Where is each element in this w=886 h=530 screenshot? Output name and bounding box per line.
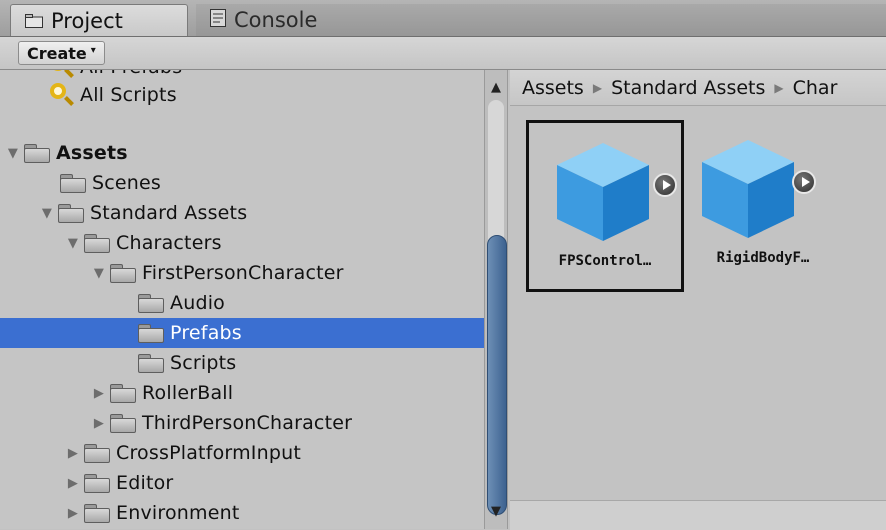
create-button[interactable]: Create ▾ [18,41,105,65]
tree-item-label: CrossPlatformInput [116,442,302,464]
folder-icon [60,173,86,193]
tree-item-standard-assets[interactable]: ▼ Standard Assets [0,198,484,228]
tab-project[interactable]: Project [10,4,188,36]
breadcrumb: Assets ▶ Standard Assets ▶ Char [510,70,886,106]
tree-item-roller-ball[interactable]: ▶ RollerBall [0,378,484,408]
tree-item-environment[interactable]: ▶ Environment [0,498,484,528]
folder-icon [84,443,110,463]
scrollbar-thumb[interactable] [487,235,507,515]
collapse-arrow-icon[interactable]: ▶ [88,386,110,401]
tree-item-label: RollerBall [142,382,234,404]
breadcrumb-item-assets[interactable]: Assets [522,77,584,99]
play-badge-icon [792,170,816,194]
console-icon [210,8,226,32]
tree-item-label: Standard Assets [90,202,248,224]
tree-item-audio[interactable]: Audio [0,288,484,318]
tab-project-label: Project [51,8,123,33]
folder-icon [84,503,110,523]
asset-pane-footer [510,500,886,530]
folder-icon [25,9,43,33]
asset-label: RigidBodyF… [716,250,810,266]
tree-item-label: FirstPersonCharacter [142,262,344,284]
tree-item-label: ThirdPersonCharacter [142,412,353,434]
folder-icon [138,293,164,313]
folder-icon [84,233,110,253]
asset-grid-pane: Assets ▶ Standard Assets ▶ Char FPSContr… [510,70,886,530]
tree-item-label: Scenes [92,172,162,194]
breadcrumb-separator-icon: ▶ [774,80,784,95]
breadcrumb-item-characters[interactable]: Char [793,77,838,99]
folder-icon [110,383,136,403]
tree-item-label: Environment [116,502,240,524]
folder-icon [110,413,136,433]
tree-scrollbar[interactable]: ▲ ▼ [484,70,508,529]
expand-arrow-icon[interactable]: ▼ [36,206,58,221]
tree-item-label: Scripts [170,352,237,374]
breadcrumb-separator-icon: ▶ [592,80,603,95]
dropdown-caret-icon: ▾ [90,44,96,56]
scroll-down-arrow-icon[interactable]: ▼ [485,504,507,519]
folder-icon [110,263,136,283]
collapse-arrow-icon[interactable]: ▶ [88,416,110,431]
tab-bar: Project Console [0,0,886,37]
play-badge-icon [653,173,677,197]
tree-item-cross-platform-input[interactable]: ▶ CrossPlatformInput [0,438,484,468]
folder-icon [138,323,164,343]
tree-item-scripts[interactable]: Scripts [0,348,484,378]
asset-fps-controller[interactable]: FPSControl… [526,120,684,292]
asset-rigidbody-fps-controller[interactable]: RigidBodyF… [684,120,842,292]
tree-item-assets[interactable]: ▼ Assets [0,138,484,168]
tree-item-label: All Scripts [80,84,177,106]
toolbar: Create ▾ [0,37,886,70]
expand-arrow-icon[interactable]: ▼ [62,236,84,251]
scroll-up-arrow-icon[interactable]: ▲ [485,80,507,95]
collapse-arrow-icon[interactable]: ▶ [62,506,84,521]
tree-item-scenes[interactable]: Scenes [0,168,484,198]
search-icon [48,81,76,109]
tree-item-editor[interactable]: ▶ Editor [0,468,484,498]
project-window: Project Console Create ▾ All Prefabs All… [0,0,886,530]
breadcrumb-item-standard-assets[interactable]: Standard Assets [611,77,765,99]
tree-item-prefabs[interactable]: Prefabs [0,318,484,348]
create-button-label: Create [27,43,87,63]
asset-label: FPSControl… [558,253,652,269]
tree-item-label: Assets [56,142,128,164]
tree-item-characters[interactable]: ▼ Characters [0,228,484,258]
tree-item-label: Audio [170,292,226,314]
tree-item-all-scripts[interactable]: All Scripts [0,80,484,110]
project-tree: All Prefabs All Scripts ▼ Assets Scenes … [0,70,484,529]
tree-item-label: All Prefabs [80,70,182,78]
tree-item-first-person-character[interactable]: ▼ FirstPersonCharacter [0,258,484,288]
folder-icon [84,473,110,493]
collapse-arrow-icon[interactable]: ▶ [62,476,84,491]
folder-icon [138,353,164,373]
tree-item-third-person-character[interactable]: ▶ ThirdPersonCharacter [0,408,484,438]
tab-console[interactable]: Console [196,4,886,36]
expand-arrow-icon[interactable]: ▼ [2,146,24,161]
folder-icon [24,143,50,163]
tree-item-label: Characters [116,232,222,254]
prefab-cube-icon [702,140,794,238]
folder-icon [58,203,84,223]
tree-item-label: Prefabs [170,322,242,344]
prefab-cube-icon [557,143,649,241]
tree-item-label: Editor [116,472,174,494]
collapse-arrow-icon[interactable]: ▶ [62,446,84,461]
expand-arrow-icon[interactable]: ▼ [88,266,110,281]
tab-console-label: Console [234,8,318,32]
